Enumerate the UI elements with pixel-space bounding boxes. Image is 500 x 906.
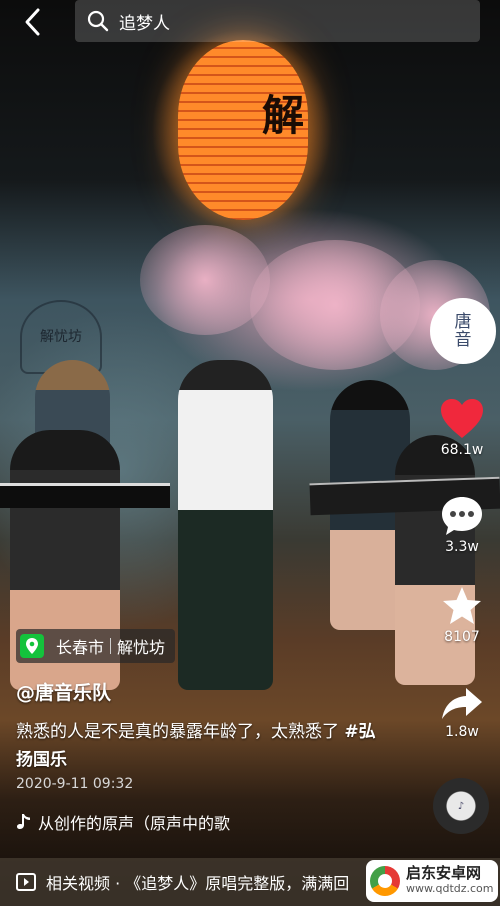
- favorite-count: 8107: [444, 629, 480, 645]
- star-icon: [443, 587, 481, 624]
- like-count: 68.1w: [440, 442, 484, 458]
- performer-figure: [395, 435, 475, 685]
- author-avatar[interactable]: 唐 音: [430, 298, 496, 364]
- location-place: 解忧坊: [117, 638, 166, 657]
- location-city: 长春市: [56, 638, 105, 657]
- music-disc[interactable]: ♪: [433, 778, 489, 834]
- favorite-button[interactable]: 8107: [432, 585, 492, 645]
- location-pin-icon: [20, 634, 44, 658]
- author-name[interactable]: @唐音乐队: [16, 678, 111, 705]
- watermark-logo-icon: [370, 866, 400, 896]
- comment-button[interactable]: 3.3w: [432, 495, 492, 555]
- play-video-icon: [16, 873, 36, 891]
- post-caption: 熟悉的人是不是真的暴露年龄了，太熟悉了 #弘扬国乐: [16, 718, 376, 774]
- location-divider: [110, 638, 112, 654]
- back-button[interactable]: [18, 6, 50, 38]
- post-date: 2020-9-11 09:32: [16, 776, 134, 792]
- watermark-logo: 启东安卓网 www.qdtdz.com: [366, 860, 498, 902]
- like-button[interactable]: 68.1w: [432, 398, 492, 458]
- music-note-icon: [17, 814, 30, 829]
- music-info[interactable]: 从创作的原声（原声中的歌: [16, 810, 316, 834]
- lantern-character: 解: [262, 91, 305, 140]
- caption-text: 熟悉的人是不是真的暴露年龄了，太熟悉了: [16, 722, 345, 742]
- location-tag[interactable]: 长春市 解忧坊: [16, 629, 176, 663]
- chevron-left-icon: [25, 8, 40, 36]
- share-count: 1.8w: [445, 724, 479, 740]
- music-title: 从创作的原声（原声中的歌: [38, 814, 231, 833]
- performer-figure: [178, 360, 273, 690]
- keyboard-instrument: [0, 483, 170, 508]
- avatar-text: 唐 音: [454, 312, 472, 350]
- watermark-title: 启东安卓网: [406, 864, 482, 882]
- watermark-url: www.qdtdz.com: [406, 882, 494, 895]
- related-videos-text: 相关视频 · 《追梦人》原唱完整版，满满回: [46, 874, 350, 893]
- share-arrow-icon: [442, 688, 482, 719]
- comment-count: 3.3w: [445, 539, 479, 555]
- blossom-cluster: [140, 225, 270, 335]
- share-button[interactable]: 1.8w: [432, 686, 492, 740]
- search-bar[interactable]: 追梦人: [75, 0, 480, 42]
- search-icon: [87, 10, 109, 32]
- comment-icon: [442, 497, 482, 535]
- music-disc-logo-icon: ♪: [457, 800, 465, 812]
- search-query: 追梦人: [119, 13, 170, 34]
- heart-icon: [441, 399, 483, 438]
